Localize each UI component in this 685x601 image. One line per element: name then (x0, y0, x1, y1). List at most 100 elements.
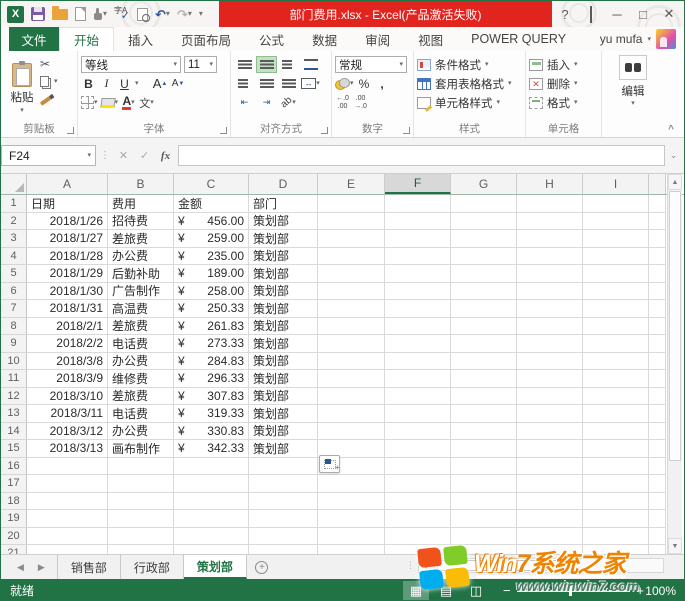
cell[interactable] (517, 230, 583, 248)
row-header-1[interactable]: 1 (1, 195, 27, 213)
cell[interactable] (451, 318, 517, 336)
cell[interactable] (451, 335, 517, 353)
cell[interactable] (318, 300, 385, 318)
cell[interactable] (27, 458, 108, 476)
cell[interactable] (385, 353, 451, 371)
cell[interactable] (27, 528, 108, 546)
cell[interactable] (517, 213, 583, 231)
cell[interactable] (451, 458, 517, 476)
cell[interactable] (451, 388, 517, 406)
cell[interactable]: ¥273.33 (174, 335, 249, 353)
cell[interactable] (583, 528, 649, 546)
cell[interactable] (517, 545, 583, 554)
insert-cells-button[interactable]: 插入▾ (529, 55, 598, 74)
cell[interactable] (649, 405, 666, 423)
cell[interactable] (583, 353, 649, 371)
tab-数据[interactable]: 数据 (298, 27, 351, 51)
row-header-16[interactable]: 16 (1, 458, 27, 476)
font-size-select[interactable]: 11▾ (184, 56, 217, 73)
quick-analysis-button[interactable] (319, 455, 340, 473)
cell[interactable]: ¥284.83 (174, 353, 249, 371)
cell[interactable] (649, 283, 666, 301)
cell[interactable]: 维修费 (108, 370, 174, 388)
format-as-table-button[interactable]: 套用表格格式▾ (417, 74, 522, 93)
cell[interactable]: 办公费 (108, 423, 174, 441)
cell[interactable] (583, 283, 649, 301)
cell[interactable] (583, 440, 649, 458)
cell[interactable] (649, 545, 666, 554)
tab-插入[interactable]: 插入 (114, 27, 167, 51)
cell[interactable] (249, 458, 318, 476)
font-name-select[interactable]: 等线▾ (81, 56, 181, 73)
cell[interactable] (517, 440, 583, 458)
cell[interactable]: 差旅费 (108, 230, 174, 248)
scroll-down-icon[interactable]: ▼ (668, 538, 682, 554)
cell[interactable]: 策划部 (249, 213, 318, 231)
horizontal-scrollbar[interactable]: ⋮ ◀ (406, 558, 664, 573)
row-header-14[interactable]: 14 (1, 423, 27, 441)
cell[interactable]: 电话费 (108, 405, 174, 423)
column-header-D[interactable]: D (249, 174, 318, 194)
collapse-ribbon-icon[interactable]: ^ (668, 124, 674, 135)
cell[interactable] (517, 265, 583, 283)
cell[interactable] (451, 528, 517, 546)
vertical-scroll-thumb[interactable] (669, 191, 681, 461)
new-document-icon[interactable] (75, 7, 86, 21)
cell[interactable] (318, 370, 385, 388)
cell[interactable] (385, 265, 451, 283)
new-sheet-button[interactable]: + (247, 555, 277, 579)
cell[interactable]: 部门 (249, 195, 318, 213)
cell[interactable] (385, 405, 451, 423)
cell[interactable]: 2018/3/8 (27, 353, 108, 371)
save-icon[interactable] (31, 7, 45, 21)
expand-formula-bar-icon[interactable]: ⌄ (665, 150, 682, 161)
cell[interactable]: 差旅费 (108, 388, 174, 406)
cell[interactable] (318, 335, 385, 353)
cell[interactable]: 2018/2/2 (27, 335, 108, 353)
row-header-19[interactable]: 19 (1, 510, 27, 528)
cell[interactable] (649, 440, 666, 458)
cell[interactable] (649, 353, 666, 371)
select-all-button[interactable] (1, 174, 27, 194)
cell[interactable]: 2018/3/11 (27, 405, 108, 423)
cell[interactable] (649, 335, 666, 353)
dialog-launcher-icon[interactable] (403, 127, 410, 134)
name-box[interactable]: F24 ▾ (1, 145, 96, 166)
cell[interactable]: 2018/3/9 (27, 370, 108, 388)
tab-审阅[interactable]: 审阅 (351, 27, 404, 51)
column-header-B[interactable]: B (108, 174, 174, 194)
cell[interactable]: 策划部 (249, 388, 318, 406)
redo-icon[interactable]: ↷▾ (177, 8, 192, 21)
cell[interactable]: 策划部 (249, 405, 318, 423)
cell[interactable] (583, 335, 649, 353)
cell[interactable]: 策划部 (249, 423, 318, 441)
cell[interactable]: 策划部 (249, 265, 318, 283)
cell[interactable] (27, 545, 108, 554)
editing-group-label[interactable]: 编辑 (605, 83, 661, 99)
cell[interactable] (318, 353, 385, 371)
column-header-E[interactable]: E (318, 174, 385, 194)
cell[interactable] (451, 493, 517, 511)
comma-style-button[interactable]: , (375, 76, 390, 92)
scroll-left-icon[interactable]: ◀ (418, 558, 431, 573)
align-center-button[interactable] (256, 75, 277, 92)
cell[interactable] (649, 528, 666, 546)
align-top-button[interactable] (234, 56, 255, 73)
cut-button[interactable]: ✂ (40, 57, 58, 71)
row-header-10[interactable]: 10 (1, 353, 27, 371)
tab-视图[interactable]: 视图 (404, 27, 457, 51)
column-header-G[interactable]: G (451, 174, 517, 194)
cell[interactable]: 2018/1/26 (27, 213, 108, 231)
cell[interactable] (249, 475, 318, 493)
cell[interactable] (174, 458, 249, 476)
cell[interactable]: 策划部 (249, 248, 318, 266)
cell[interactable]: 金额 (174, 195, 249, 213)
cell[interactable] (318, 545, 385, 554)
increase-decimal-button[interactable]: ←.0 .00 (335, 95, 350, 111)
cell[interactable]: 策划部 (249, 370, 318, 388)
cell[interactable] (517, 318, 583, 336)
excel-logo-icon[interactable]: X (7, 6, 24, 23)
find-select-button[interactable] (619, 55, 647, 80)
dialog-launcher-icon[interactable] (220, 127, 227, 134)
cell[interactable] (451, 370, 517, 388)
